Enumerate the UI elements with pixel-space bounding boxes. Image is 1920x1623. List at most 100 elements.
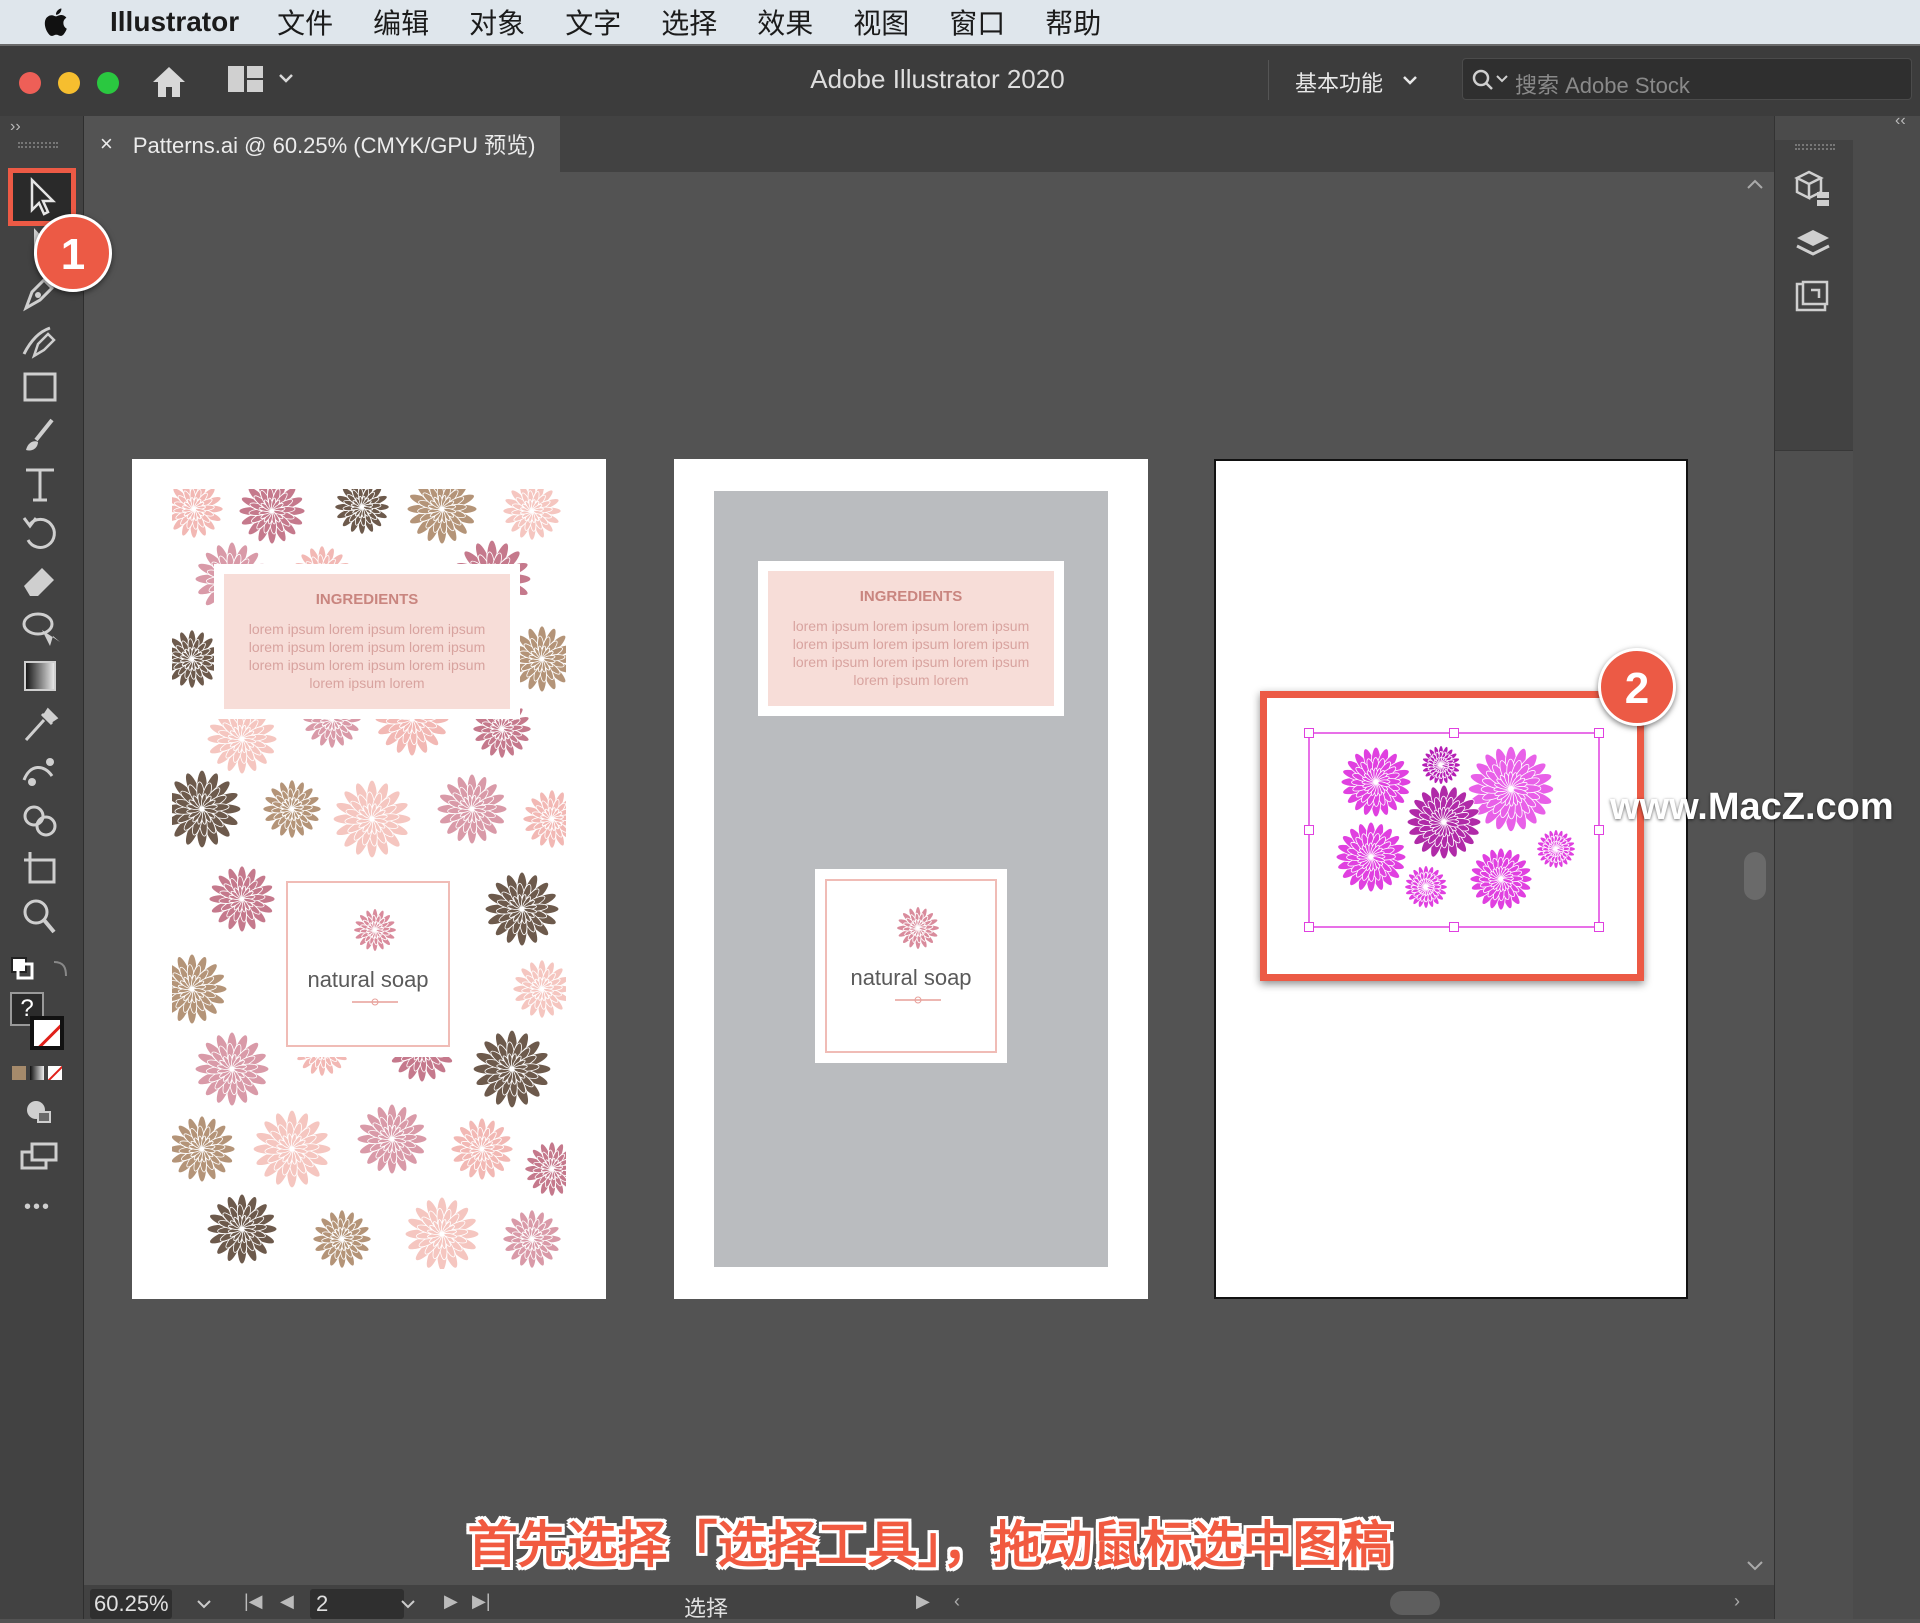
menu-file[interactable]: 文件 bbox=[277, 2, 333, 42]
gradient-tool-icon[interactable] bbox=[16, 654, 66, 698]
adobe-stock-search[interactable]: 搜索 Adobe Stock bbox=[1462, 58, 1912, 100]
flower-shape bbox=[502, 1209, 562, 1269]
edit-toolbar-button[interactable]: ••• bbox=[24, 1196, 51, 1219]
resize-handle[interactable] bbox=[1594, 922, 1604, 932]
swap-fill-stroke-icon[interactable] bbox=[10, 954, 74, 984]
flower-shape bbox=[172, 953, 228, 1025]
arrange-documents-icon[interactable] bbox=[228, 66, 264, 94]
zoom-tool-icon[interactable] bbox=[16, 894, 66, 938]
resize-handle[interactable] bbox=[1449, 728, 1459, 738]
screen-mode-icon[interactable] bbox=[20, 1142, 60, 1172]
first-artboard-button[interactable]: |◀ bbox=[244, 1591, 263, 1612]
tutorial-caption: 首先选择「选择工具」，拖动鼠标选中图稿 bbox=[467, 1517, 1393, 1573]
fill-stroke-swatches[interactable]: ? bbox=[10, 992, 70, 1052]
menu-view[interactable]: 视图 bbox=[853, 2, 909, 42]
search-input[interactable]: 搜索 Adobe Stock bbox=[1515, 68, 1690, 100]
puppet-warp-tool-icon[interactable] bbox=[16, 750, 66, 794]
collapse-panel-icon[interactable]: ›› bbox=[10, 118, 21, 136]
tab-patterns[interactable]: × Patterns.ai @ 60.25% (CMYK/GPU 预览) bbox=[84, 116, 560, 172]
close-tab-button[interactable]: × bbox=[100, 131, 113, 157]
flower-shape bbox=[436, 773, 508, 845]
selection-tool-icon[interactable] bbox=[16, 174, 66, 218]
prev-artboard-button[interactable]: ◀ bbox=[280, 1591, 294, 1612]
stroke-swatch[interactable] bbox=[30, 1016, 64, 1050]
resize-handle[interactable] bbox=[1594, 728, 1604, 738]
menu-window[interactable]: 窗口 bbox=[949, 2, 1005, 42]
asset-export-icon[interactable] bbox=[1793, 278, 1833, 314]
rotate-tool-icon[interactable] bbox=[16, 510, 66, 554]
resize-handle[interactable] bbox=[1304, 728, 1314, 738]
lasso-tool-icon[interactable] bbox=[16, 606, 66, 650]
minimize-window-button[interactable] bbox=[58, 72, 80, 94]
collapse-dock-icon[interactable]: ‹‹ bbox=[1895, 112, 1906, 130]
flower-shape bbox=[356, 1103, 428, 1175]
artboard-number: 2 bbox=[316, 1591, 329, 1616]
type-tool-icon[interactable] bbox=[16, 462, 66, 506]
resize-handle[interactable] bbox=[1449, 922, 1459, 932]
artboard-2[interactable]: INGREDIENTS lorem ipsum lorem ipsum lore… bbox=[674, 459, 1148, 1299]
menu-effect[interactable]: 效果 bbox=[757, 2, 813, 42]
app-menu[interactable]: Illustrator bbox=[110, 6, 239, 38]
menu-help[interactable]: 帮助 bbox=[1045, 2, 1101, 42]
scroll-right-icon[interactable]: › bbox=[1734, 1591, 1740, 1612]
curvature-tool-icon[interactable] bbox=[16, 318, 66, 362]
ingredients-title: INGREDIENTS bbox=[859, 588, 963, 605]
menu-type[interactable]: 文字 bbox=[565, 2, 621, 42]
workspace-switcher[interactable]: 基本功能 bbox=[1295, 66, 1383, 98]
rectangle-tool-icon[interactable] bbox=[16, 366, 66, 410]
resize-handle[interactable] bbox=[1304, 825, 1314, 835]
watermark: www.MacZ.com bbox=[1610, 786, 1894, 828]
artboard-3[interactable] bbox=[1214, 459, 1688, 1299]
chevron-down-icon[interactable] bbox=[400, 1599, 416, 1609]
last-artboard-button[interactable]: ▶| bbox=[472, 1591, 491, 1612]
callout-one: 1 bbox=[34, 214, 112, 292]
artboard-1[interactable]: INGREDIENTS lorem ipsum lorem ipsum lore… bbox=[132, 459, 606, 1299]
flower-shape bbox=[208, 865, 276, 933]
next-artboard-button[interactable]: ▶ bbox=[444, 1591, 458, 1612]
flower-shape bbox=[353, 908, 397, 952]
color-mode-buttons[interactable] bbox=[12, 1064, 68, 1082]
resize-handle[interactable] bbox=[1594, 825, 1604, 835]
eyedropper-tool-icon[interactable] bbox=[16, 702, 66, 746]
eraser-tool-icon[interactable] bbox=[16, 558, 66, 602]
resize-handle[interactable] bbox=[1304, 922, 1314, 932]
layers-icon[interactable] bbox=[1793, 226, 1833, 262]
scroll-down-icon[interactable] bbox=[1746, 1560, 1764, 1572]
flower-shape bbox=[472, 1029, 552, 1109]
close-window-button[interactable] bbox=[19, 72, 41, 94]
right-panel-dock: ‹‹ bbox=[1774, 112, 1920, 1619]
flower-shape bbox=[238, 489, 306, 545]
horizontal-scrollbar[interactable]: ‹ › bbox=[954, 1589, 1754, 1617]
chevron-down-icon[interactable] bbox=[278, 72, 294, 84]
vertical-scrollbar[interactable] bbox=[1736, 172, 1774, 1585]
libraries-icon[interactable] bbox=[1793, 168, 1833, 208]
ornament-icon bbox=[352, 998, 398, 1006]
ingredients-title: INGREDIENTS bbox=[315, 591, 419, 608]
shape-builder-tool-icon[interactable] bbox=[16, 798, 66, 842]
tools-panel: ›› ? ••• bbox=[0, 116, 84, 1619]
flower-shape bbox=[172, 489, 224, 539]
menu-select[interactable]: 选择 bbox=[661, 2, 717, 42]
artboard-number-field[interactable]: 2 bbox=[310, 1589, 404, 1619]
draw-mode-icon[interactable] bbox=[24, 1096, 54, 1126]
zoom-field[interactable]: 60.25% bbox=[90, 1589, 172, 1619]
menu-edit[interactable]: 编辑 bbox=[373, 2, 429, 42]
scroll-up-icon[interactable] bbox=[1746, 178, 1764, 190]
status-menu-button[interactable]: ▶ bbox=[916, 1591, 930, 1612]
apple-logo-icon[interactable] bbox=[40, 5, 74, 39]
soap-label-panel: natural soap bbox=[815, 869, 1007, 1063]
flower-shape bbox=[332, 779, 412, 859]
scroll-left-icon[interactable]: ‹ bbox=[954, 1591, 960, 1612]
artboard-tool-icon[interactable] bbox=[16, 846, 66, 890]
document-canvas[interactable]: INGREDIENTS lorem ipsum lorem ipsum lore… bbox=[84, 172, 1736, 1585]
chevron-down-icon[interactable] bbox=[196, 1599, 212, 1609]
home-icon[interactable] bbox=[150, 64, 188, 100]
scroll-thumb[interactable] bbox=[1744, 852, 1766, 900]
paintbrush-tool-icon[interactable] bbox=[16, 414, 66, 458]
zoom-window-button[interactable] bbox=[97, 72, 119, 94]
chevron-down-icon[interactable] bbox=[1402, 74, 1418, 86]
menu-object[interactable]: 对象 bbox=[469, 2, 525, 42]
app-titlebar: Adobe Illustrator 2020 基本功能 搜索 Adobe Sto… bbox=[0, 44, 1920, 116]
flower-shape bbox=[484, 871, 560, 947]
scroll-thumb[interactable] bbox=[1390, 1591, 1440, 1615]
